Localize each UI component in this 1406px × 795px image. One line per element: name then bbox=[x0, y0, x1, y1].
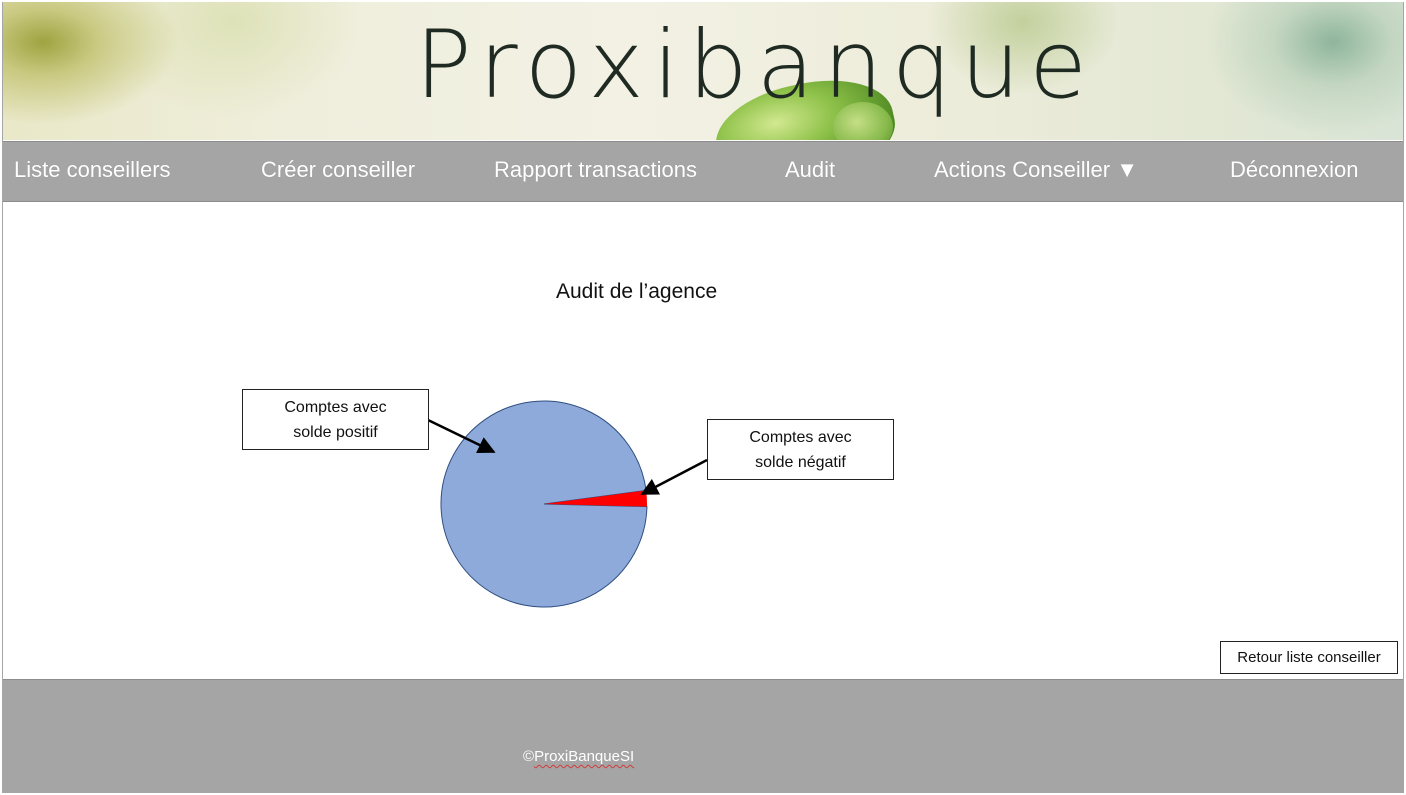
callout-positive-line1: Comptes avec bbox=[284, 399, 387, 416]
copyright: ©ProxiBanqueSI bbox=[523, 748, 634, 765]
copyright-symbol: © bbox=[523, 748, 535, 765]
callout-negative-line2: solde négatif bbox=[755, 454, 846, 471]
copyright-text: ProxiBanqueSI bbox=[534, 748, 635, 765]
footer: ©ProxiBanqueSI bbox=[3, 679, 1403, 793]
back-to-list-button[interactable]: Retour liste conseiller bbox=[1220, 641, 1398, 674]
callout-negative-line1: Comptes avec bbox=[749, 429, 852, 446]
callout-positive: Comptes avec solde positif bbox=[242, 389, 429, 450]
arrow-negative bbox=[640, 458, 708, 496]
callout-negative: Comptes avec solde négatif bbox=[707, 419, 894, 480]
audit-pie-chart bbox=[427, 400, 708, 608]
callout-positive-line2: solde positif bbox=[293, 424, 378, 441]
